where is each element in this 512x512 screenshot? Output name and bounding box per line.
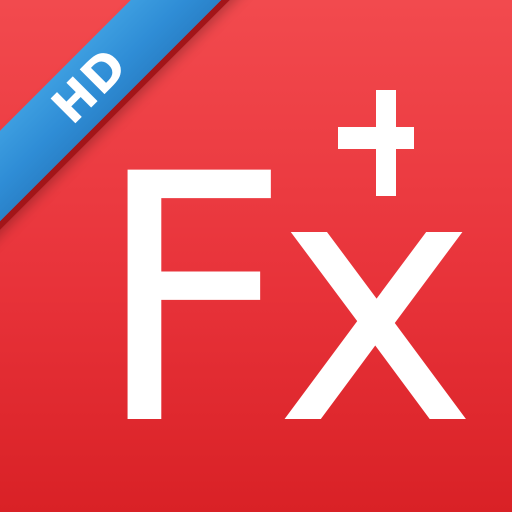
app-icon[interactable]: HD Fx bbox=[0, 0, 512, 512]
plus-icon-vertical-bar bbox=[376, 90, 396, 196]
plus-icon bbox=[338, 90, 414, 196]
